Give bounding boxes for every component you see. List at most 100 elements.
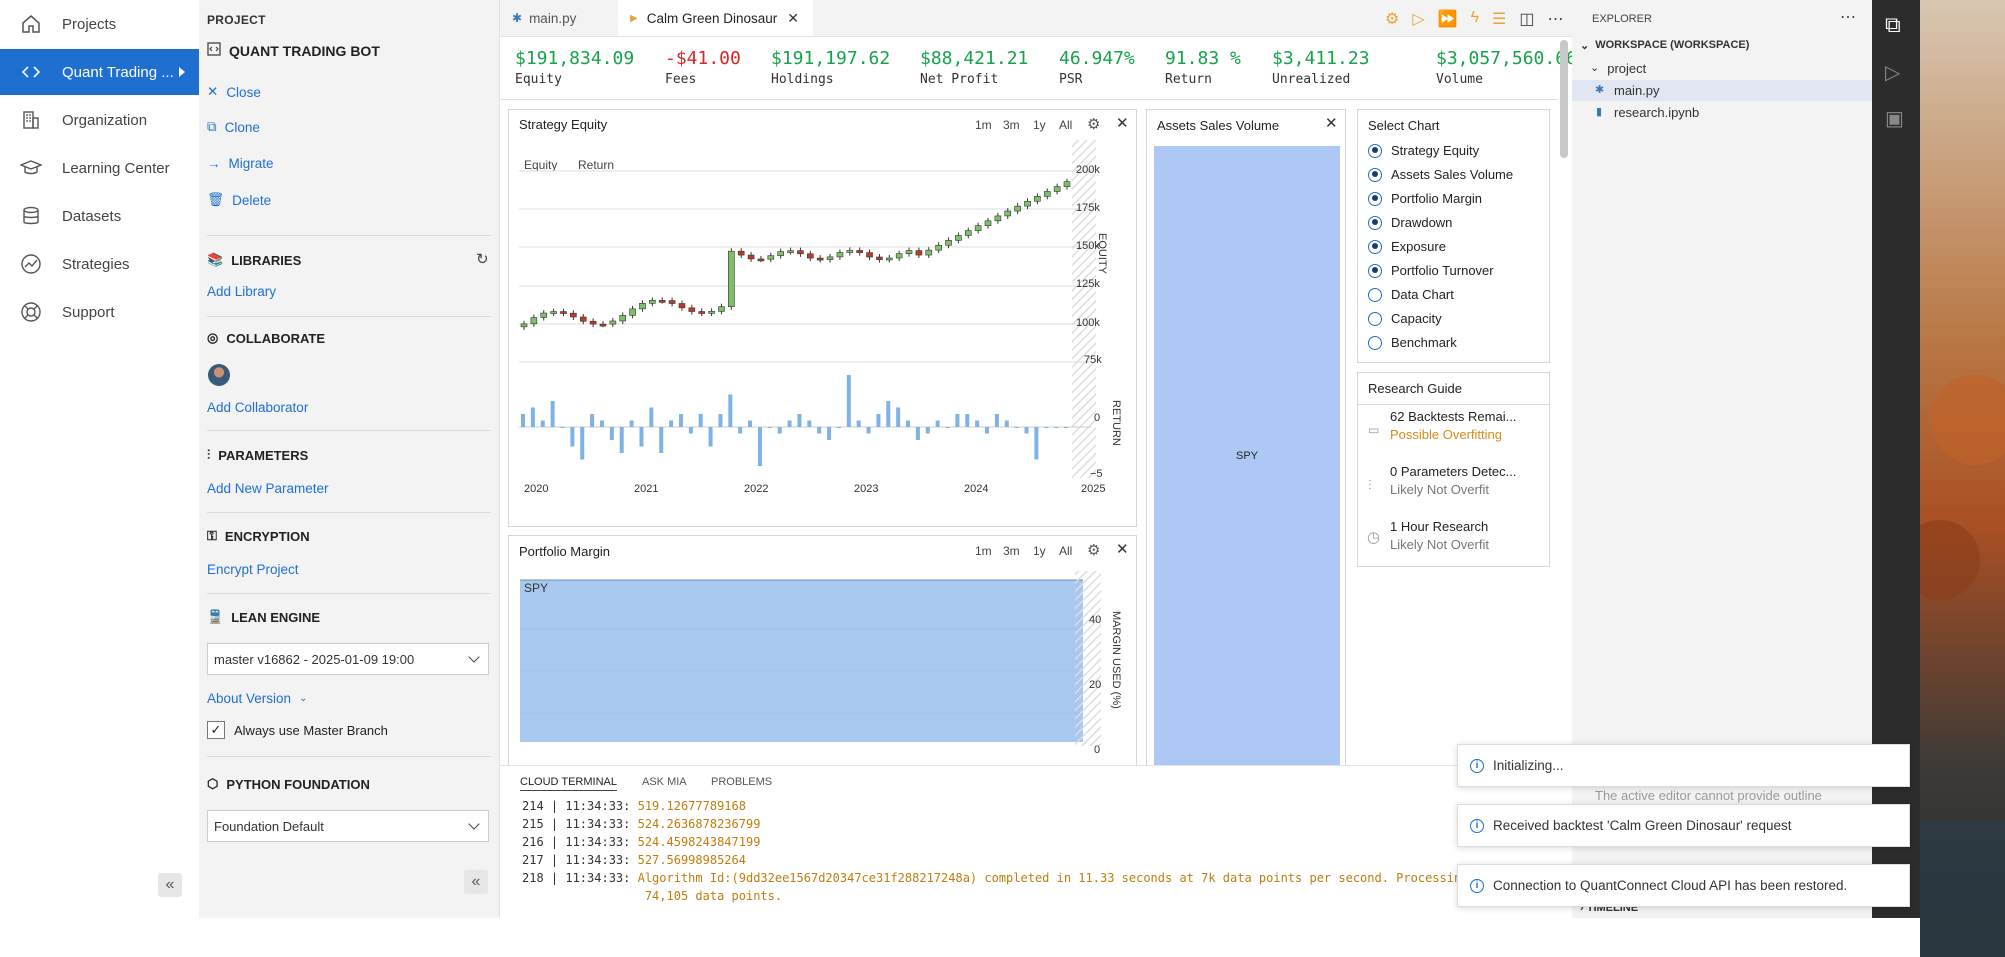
range-1m[interactable]: 1m <box>975 544 992 558</box>
radio-button[interactable] <box>1368 167 1382 182</box>
tab-main-py[interactable]: ✱ main.py <box>500 0 618 36</box>
nav-strategies[interactable]: Strategies <box>0 241 199 287</box>
tab-backtest[interactable]: ▶ Calm Green Dinosaur ✕ <box>618 0 813 36</box>
radio-button[interactable] <box>1368 311 1382 326</box>
notification-toast[interactable]: i Connection to QuantConnect Cloud API h… <box>1457 864 1910 907</box>
master-branch-checkbox-row[interactable]: ✓ Always use Master Branch <box>207 721 388 739</box>
run-icon[interactable]: ▷ <box>1412 9 1424 29</box>
chart-option[interactable]: Data Chart <box>1368 287 1454 302</box>
close-icon[interactable]: ✕ <box>1116 114 1129 132</box>
radio-button[interactable] <box>1368 263 1382 278</box>
chart-option[interactable]: Exposure <box>1368 239 1446 254</box>
candle-body <box>668 300 676 304</box>
nav-quant-trading[interactable]: Quant Trading ... <box>0 49 199 95</box>
nav-datasets[interactable]: Datasets <box>0 193 199 239</box>
graduation-cap-icon <box>18 155 44 181</box>
project-folder[interactable]: ⌄ project <box>1590 61 1646 76</box>
tab-label: Calm Green Dinosaur <box>646 10 778 26</box>
return-bar <box>708 427 713 447</box>
y-tick: 100k <box>1076 317 1100 329</box>
range-all[interactable]: All <box>1059 544 1072 558</box>
add-library-link[interactable]: Add Library <box>207 284 276 299</box>
more-icon[interactable]: ⋯ <box>1548 9 1564 29</box>
add-parameter-link[interactable]: Add New Parameter <box>207 481 329 496</box>
add-collaborator-link[interactable]: Add Collaborator <box>207 400 308 415</box>
gear-icon[interactable]: ⚙ <box>1385 9 1399 29</box>
chart-option[interactable]: Assets Sales Volume <box>1368 167 1513 182</box>
avatar[interactable] <box>208 364 230 386</box>
bolt-icon[interactable]: ϟ <box>1471 9 1479 29</box>
chart-option[interactable]: Capacity <box>1368 311 1442 326</box>
nav-label: Learning Center <box>62 159 170 177</box>
range-1y[interactable]: 1y <box>1033 544 1046 558</box>
chart-option[interactable]: Strategy Equity <box>1368 143 1479 158</box>
radio-button[interactable] <box>1368 287 1382 302</box>
editor-toolbar: ⚙ ▷ ⏩ ϟ ☰ ◫ ⋯ <box>1385 9 1564 29</box>
range-1y[interactable]: 1y <box>1033 118 1046 132</box>
line-message: 519.12677789168 <box>637 799 746 813</box>
return-bar <box>1014 427 1019 428</box>
gear-icon[interactable]: ⚙ <box>1087 541 1100 559</box>
close-project-link[interactable]: ✕ Close <box>207 84 261 100</box>
radio-button[interactable] <box>1368 191 1382 206</box>
tab-cloud-terminal[interactable]: CLOUD TERMINAL <box>520 776 617 791</box>
close-icon[interactable]: ✕ <box>1116 540 1129 558</box>
range-all[interactable]: All <box>1059 118 1072 132</box>
checkbox[interactable]: ✓ <box>207 721 225 739</box>
results-scrollbar[interactable] <box>1560 40 1568 158</box>
radio-button[interactable] <box>1368 239 1382 254</box>
chevron-down-icon: ⌄ <box>1590 62 1600 74</box>
lean-version-value: master v16862 - 2025-01-09 19:00 <box>214 651 415 667</box>
candle-body <box>579 316 587 322</box>
chart-option[interactable]: Drawdown <box>1368 215 1452 230</box>
chart-option[interactable]: Portfolio Margin <box>1368 191 1482 206</box>
nav-organization[interactable]: Organization <box>0 97 199 143</box>
chart-option[interactable]: Portfolio Turnover <box>1368 263 1494 278</box>
workspace-header[interactable]: ⌄ WORKSPACE (WORKSPACE) <box>1580 39 1749 52</box>
candle-body <box>1034 196 1041 202</box>
file-main-py[interactable]: ✱ main.py <box>1572 80 1872 101</box>
migrate-project-link[interactable]: → Migrate <box>207 156 274 171</box>
return-bar <box>975 420 980 427</box>
radio-button[interactable] <box>1368 215 1382 230</box>
notification-toast[interactable]: i Received backtest 'Calm Green Dinosaur… <box>1457 804 1910 847</box>
python-foundation-select[interactable]: Foundation Default <box>207 810 489 842</box>
about-version-link[interactable]: About Version ⌄ <box>207 691 307 706</box>
notification-toast[interactable]: i Initializing... <box>1457 744 1910 787</box>
radio-button[interactable] <box>1368 143 1382 158</box>
chip-icon[interactable]: ▣ <box>1885 106 1904 131</box>
gear-icon[interactable]: ⚙ <box>1087 115 1100 133</box>
clone-project-link[interactable]: ⧉ Clone <box>207 119 260 135</box>
list-icon[interactable]: ☰ <box>1492 9 1506 29</box>
range-3m[interactable]: 3m <box>1003 118 1020 132</box>
files-icon[interactable]: ⧉ <box>1885 12 1901 38</box>
collapse-nav-button[interactable]: « <box>158 873 182 897</box>
run-all-icon[interactable]: ⏩ <box>1438 9 1458 29</box>
more-icon[interactable]: ⋯ <box>1840 7 1856 27</box>
tab-ask-mia[interactable]: ASK MIA <box>642 776 687 788</box>
chart-option[interactable]: Benchmark <box>1368 335 1457 350</box>
split-editor-icon[interactable]: ◫ <box>1519 9 1534 29</box>
range-3m[interactable]: 3m <box>1003 544 1020 558</box>
home-icon <box>18 11 44 37</box>
nav-label: Quant Trading ... <box>62 63 174 81</box>
encrypt-project-link[interactable]: Encrypt Project <box>207 562 299 577</box>
range-1m[interactable]: 1m <box>975 118 992 132</box>
return-bar <box>728 394 733 427</box>
file-research-ipynb[interactable]: ▮ research.ipynb <box>1572 102 1872 123</box>
nav-projects[interactable]: Projects <box>0 1 199 47</box>
close-tab-icon[interactable]: ✕ <box>787 10 799 27</box>
tab-problems[interactable]: PROBLEMS <box>711 776 772 788</box>
close-icon[interactable]: ✕ <box>1325 114 1338 132</box>
delete-project-link[interactable]: 🗑 Delete <box>207 192 271 208</box>
lean-version-select[interactable]: master v16862 - 2025-01-09 19:00 <box>207 643 489 675</box>
collapse-panel-button[interactable]: « <box>464 870 488 894</box>
nav-learning-center[interactable]: Learning Center <box>0 145 199 191</box>
radio-button[interactable] <box>1368 335 1382 350</box>
delete-label: Delete <box>232 192 272 208</box>
nav-support[interactable]: Support <box>0 289 199 335</box>
run-debug-icon[interactable]: ▷ <box>1885 60 1900 85</box>
refresh-icon[interactable]: ↻ <box>476 250 489 268</box>
parameters-section-title: ⫶ PARAMETERS <box>207 447 308 463</box>
return-axis-label: RETURN <box>1110 400 1122 446</box>
